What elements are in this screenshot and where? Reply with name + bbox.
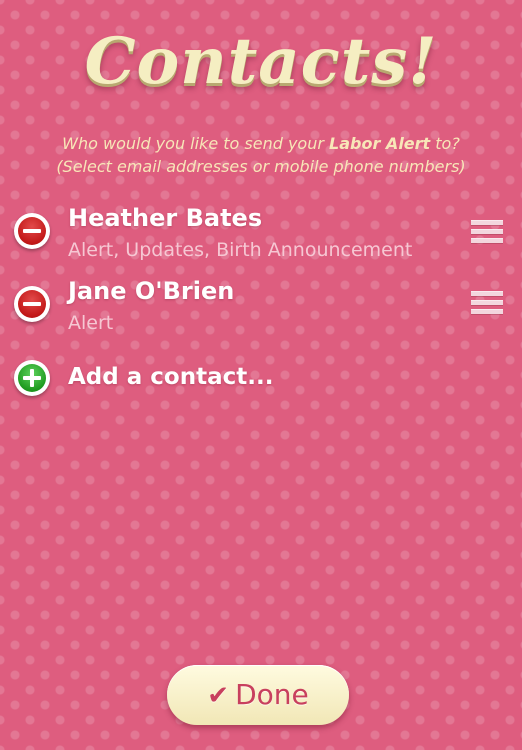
- done-button-label: Done: [235, 678, 309, 711]
- page-title: Contacts!: [84, 24, 438, 99]
- minus-circle-icon[interactable]: [14, 213, 50, 249]
- reorder-grip-icon[interactable]: [471, 291, 503, 319]
- instructions-suffix: to?: [435, 134, 460, 153]
- done-button[interactable]: ✔ Done: [167, 665, 349, 725]
- page-instructions: Who would you like to send your Labor Al…: [0, 132, 522, 178]
- add-contact-label: Add a contact...: [68, 364, 274, 390]
- plus-circle-icon[interactable]: [14, 360, 50, 396]
- contact-row-heather-bates[interactable]: Heather Bates Alert, Updates, Birth Anno…: [0, 200, 522, 270]
- contact-name: Jane O'Brien: [68, 277, 235, 305]
- instructions-line-2: (Select email addresses or mobile phone …: [56, 157, 466, 176]
- contact-row-jane-obrien[interactable]: Jane O'Brien Alert: [0, 273, 522, 343]
- contact-name: Heather Bates: [68, 204, 263, 232]
- checkmark-icon: ✔: [207, 681, 230, 711]
- instructions-highlight: Labor Alert: [329, 134, 431, 153]
- instructions-prefix: Who would you like to send your: [62, 134, 324, 153]
- contact-detail: Alert, Updates, Birth Announcement: [68, 239, 413, 261]
- add-contact-row[interactable]: Add a contact...: [0, 357, 522, 401]
- reorder-grip-icon[interactable]: [471, 220, 503, 248]
- contact-detail: Alert: [68, 312, 114, 334]
- minus-circle-icon[interactable]: [14, 286, 50, 322]
- instructions-line-1: Who would you like to send your Labor Al…: [0, 132, 522, 155]
